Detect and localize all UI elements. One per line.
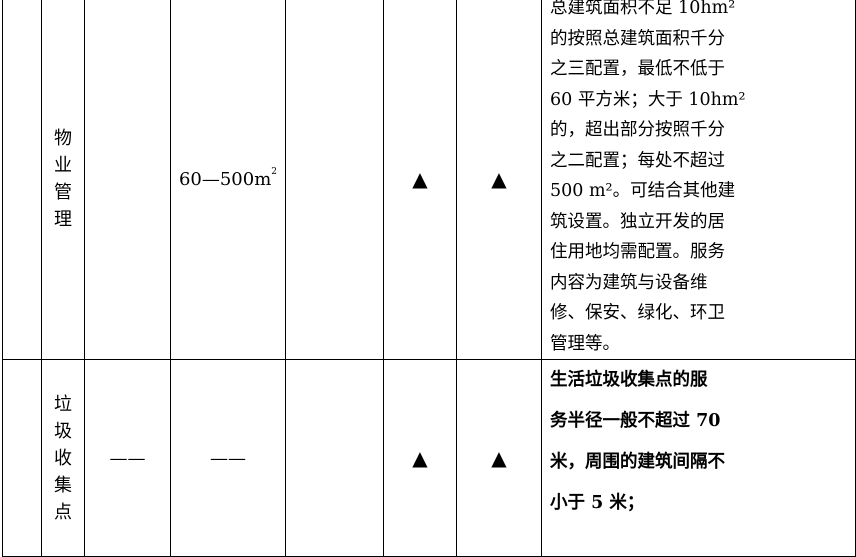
note-line: 管理等。 bbox=[550, 333, 620, 354]
facility-name-char: 管 bbox=[54, 182, 72, 203]
facility-name-cell: 物 业 管 理 bbox=[41, 0, 85, 360]
note-line: 务半径一般不超过 70 bbox=[550, 411, 721, 431]
facility-name-cell: 垃 圾 收 集 点 bbox=[41, 359, 85, 557]
area-unit-sup: 2 bbox=[271, 166, 278, 177]
facility-name-char: 圾 bbox=[54, 420, 72, 442]
note-line: 60 平方米；大于 10hm² bbox=[550, 89, 746, 110]
note-line: 之二配置；每处不超过 bbox=[550, 150, 725, 171]
facility-name-char: 收 bbox=[54, 447, 72, 469]
note-line: 总建筑面积不足 10hm² bbox=[550, 0, 736, 18]
table-row: 物 业 管 理 60—500m2 ▲ ▲ 总建筑面积不足 10hm² 的按照总建… bbox=[2, 0, 856, 360]
facility-name-char: 集 bbox=[54, 474, 72, 496]
note-cell: 总建筑面积不足 10hm² 的按照总建筑面积千分 之三配置，最低不低于 60 平… bbox=[540, 0, 856, 360]
note-line: 的按照总建筑面积千分 bbox=[550, 28, 725, 49]
index-cell bbox=[2, 0, 42, 360]
required-marker: ▲ bbox=[383, 359, 457, 557]
scale-cell: —— bbox=[84, 359, 171, 557]
note-line: 住用地均需配置。服务 bbox=[550, 242, 725, 262]
facility-name-char: 业 bbox=[54, 155, 72, 176]
note-line: 之三配置，最低不低于 bbox=[550, 59, 725, 79]
area-cell: —— bbox=[170, 359, 286, 557]
index-cell bbox=[2, 359, 42, 557]
note-line: 小于 5 米； bbox=[550, 493, 645, 513]
note-line: 的，超出部分按照千分 bbox=[550, 120, 725, 140]
note-line: 内容为建筑与设备维 bbox=[550, 272, 708, 293]
note-cell: 生活垃圾收集点的服 务半径一般不超过 70 米，周围的建筑间隔不 小于 5 米； bbox=[540, 359, 856, 557]
facility-name-char: 理 bbox=[54, 209, 72, 230]
facility-table: 物 业 管 理 60—500m2 ▲ ▲ 总建筑面积不足 10hm² 的按照总建… bbox=[2, 0, 856, 557]
note-line: 筑设置。独立开发的居 bbox=[550, 211, 725, 232]
empty-cell bbox=[285, 359, 384, 557]
required-marker: ▲ bbox=[456, 0, 542, 360]
area-cell: 60—500m2 bbox=[170, 0, 286, 360]
note-line: 米，周围的建筑间隔不 bbox=[550, 452, 725, 472]
scale-cell bbox=[84, 0, 171, 360]
facility-name-char: 物 bbox=[54, 128, 72, 149]
table-row: 垃 圾 收 集 点 —— —— ▲ ▲ 生活垃圾收集点的服 务半径一般不超过 7… bbox=[2, 359, 856, 557]
empty-cell bbox=[285, 0, 384, 360]
required-marker: ▲ bbox=[383, 0, 457, 360]
facility-name-char: 点 bbox=[54, 501, 72, 523]
area-value: 60—500m bbox=[178, 168, 272, 190]
note-line: 生活垃圾收集点的服 bbox=[550, 370, 708, 390]
note-line: 修、保安、绿化、环卫 bbox=[550, 303, 725, 323]
required-marker: ▲ bbox=[456, 359, 542, 557]
note-line: 500 m²。可结合其他建 bbox=[550, 181, 736, 201]
facility-name-char: 垃 bbox=[54, 393, 72, 415]
